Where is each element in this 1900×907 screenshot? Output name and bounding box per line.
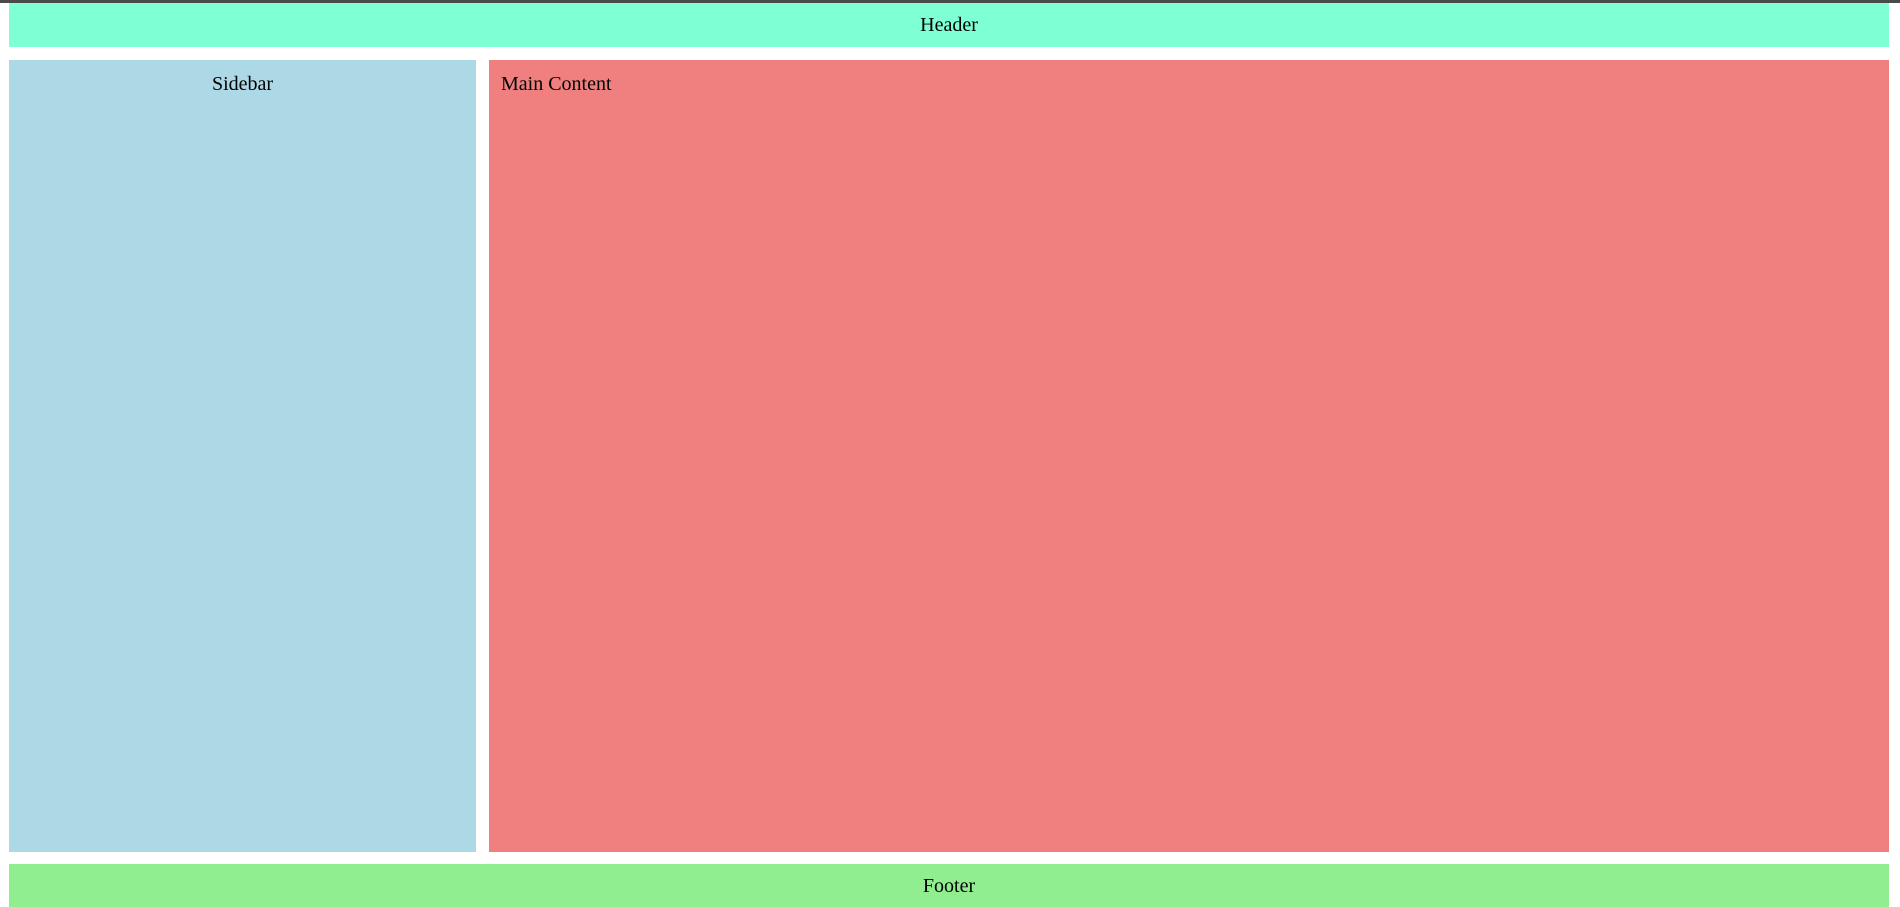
- header-label: Header: [920, 14, 978, 36]
- sidebar: Sidebar: [9, 60, 476, 852]
- page-footer: Footer: [9, 864, 1889, 907]
- sidebar-label: Sidebar: [211, 73, 274, 95]
- main-content: Main Content: [489, 60, 1889, 852]
- page-header: Header: [9, 3, 1889, 47]
- main-content-label: Main Content: [501, 73, 612, 95]
- footer-label: Footer: [922, 874, 976, 897]
